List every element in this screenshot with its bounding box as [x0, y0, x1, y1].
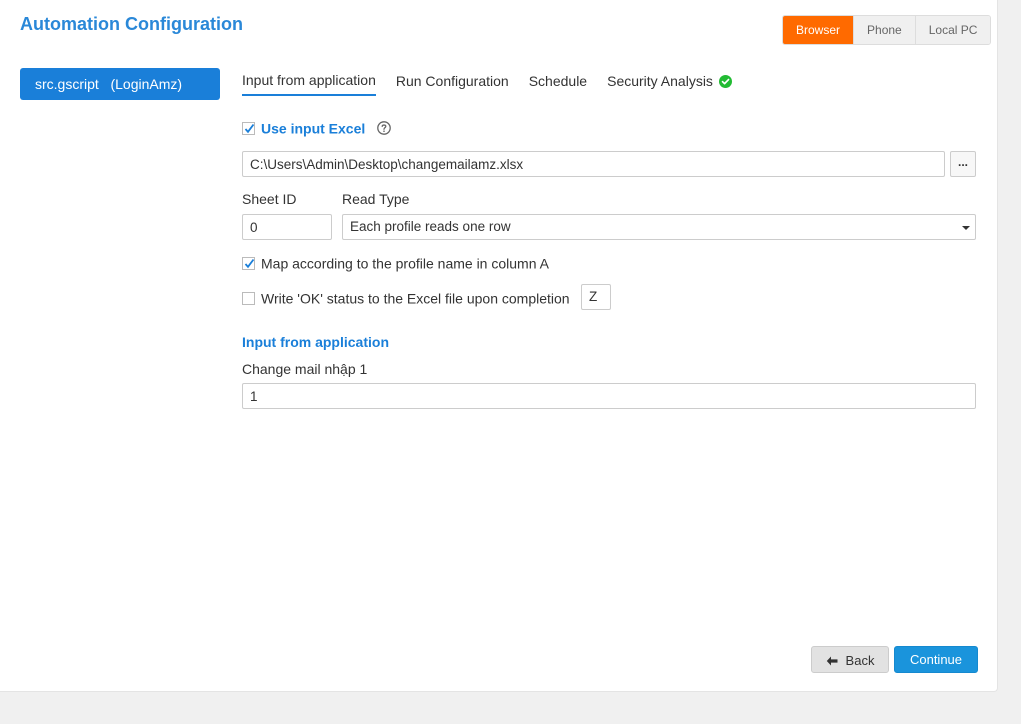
sheet-id-label: Sheet ID: [242, 191, 297, 207]
app-input-section-title: Input from application: [242, 334, 389, 350]
page-title: Automation Configuration: [20, 14, 243, 34]
map-profile-checkbox[interactable]: [242, 256, 255, 270]
platform-phone-button[interactable]: Phone: [853, 16, 915, 44]
continue-button[interactable]: Continue: [894, 646, 978, 673]
back-button[interactable]: Back: [811, 646, 889, 673]
use-excel-label: Use input Excel: [261, 120, 366, 137]
write-ok-column-input[interactable]: Z: [581, 284, 611, 310]
checkmark-icon: [244, 258, 255, 269]
write-ok-checkbox[interactable]: [242, 291, 255, 305]
tab-security-analysis[interactable]: Security Analysis: [607, 72, 732, 96]
use-excel-checkbox[interactable]: [242, 121, 255, 135]
tab-label: Input from application: [242, 72, 376, 88]
map-profile-label: Map according to the profile name in col…: [261, 255, 549, 272]
excel-path-input[interactable]: [242, 151, 945, 177]
check-circle-icon: [718, 74, 732, 88]
checkmark-icon: [244, 123, 255, 134]
arrow-left-icon: [826, 656, 838, 666]
read-type-select[interactable]: Each profile reads one row: [342, 214, 976, 240]
tab-label: Schedule: [528, 73, 588, 89]
sheet-id-input[interactable]: [242, 214, 332, 240]
write-ok-label: Write 'OK' status to the Excel file upon…: [261, 290, 570, 307]
change-mail-input[interactable]: [242, 383, 976, 409]
tab-label: Run Configuration: [395, 73, 509, 89]
browse-file-button[interactable]: ...: [950, 151, 976, 177]
config-tabs: Input from application Run Configuration…: [242, 72, 752, 96]
tab-run-configuration[interactable]: Run Configuration: [396, 72, 509, 96]
back-label: Back: [845, 653, 875, 669]
map-profile-row: Map according to the profile name in col…: [242, 254, 549, 271]
platform-local-pc-button[interactable]: Local PC: [914, 16, 991, 44]
write-ok-row: Write 'OK' status to the Excel file upon…: [242, 289, 570, 306]
platform-browser-button[interactable]: Browser: [783, 16, 854, 44]
platform-selector: Browser Phone Local PC: [782, 15, 992, 45]
sidebar-item-script[interactable]: src.gscript (LoginAmz): [20, 68, 220, 100]
tab-input-from-application[interactable]: Input from application: [242, 72, 376, 96]
read-type-value: Each profile reads one row: [350, 219, 511, 234]
read-type-label: Read Type: [342, 191, 410, 207]
tab-label: Security Analysis: [607, 73, 713, 89]
chevron-down-icon: [962, 226, 970, 230]
use-excel-row: Use input Excel: [242, 119, 392, 137]
tab-schedule[interactable]: Schedule: [529, 72, 587, 96]
help-icon[interactable]: [377, 121, 392, 136]
change-mail-label: Change mail nhập 1: [242, 361, 368, 377]
main-panel: Automation Configuration Browser Phone L…: [0, 0, 998, 692]
